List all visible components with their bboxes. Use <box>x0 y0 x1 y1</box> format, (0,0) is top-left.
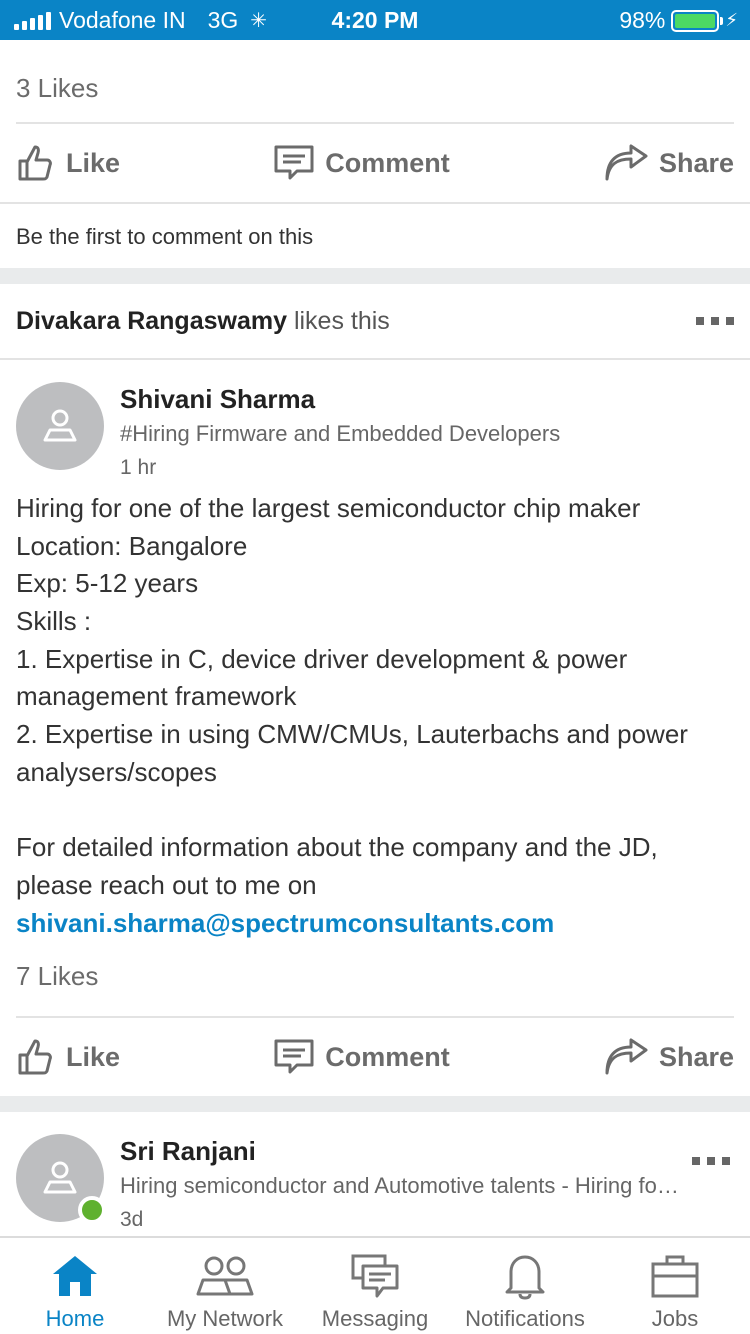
tab-home[interactable]: Home <box>0 1238 150 1334</box>
comment-button[interactable]: Comment <box>273 144 450 182</box>
author-name[interactable]: Shivani Sharma <box>120 382 560 416</box>
author-meta: Shivani Sharma #Hiring Firmware and Embe… <box>120 382 560 484</box>
post-line: Hiring for one of the largest semiconduc… <box>16 493 641 523</box>
liker-action: likes this <box>293 306 390 335</box>
liker-name[interactable]: Divakara Rangaswamy <box>16 307 287 335</box>
network-icon <box>196 1256 254 1296</box>
comment-label: Comment <box>325 1041 450 1072</box>
home-icon <box>53 1256 97 1296</box>
author-meta: Sri Ranjani Hiring semiconductor and Aut… <box>120 1134 680 1236</box>
likes-count[interactable]: 3 Likes <box>16 40 734 124</box>
tab-label: Messaging <box>321 1306 429 1331</box>
tab-label: My Network <box>166 1306 284 1331</box>
action-bar: Like Comment Share <box>0 124 750 202</box>
avatar[interactable] <box>16 382 104 470</box>
post-line: 2. Expertise in using CMW/CMUs, Lauterba… <box>16 719 688 750</box>
post-line <box>16 792 734 830</box>
more-options-icon[interactable] <box>692 1157 730 1166</box>
share-label: Share <box>658 147 734 178</box>
author-headline: Hiring semiconductor and Automotive tale… <box>120 1173 680 1199</box>
post-line: 1. Expertise in C, device driver develop… <box>16 643 628 674</box>
post-line: please reach out to me on <box>16 869 317 900</box>
tab-jobs[interactable]: Jobs <box>600 1238 750 1334</box>
post-line: Exp: 5-12 years <box>16 568 199 599</box>
post-line: Location: Bangalore <box>16 530 248 561</box>
tab-messaging[interactable]: Messaging <box>300 1238 450 1334</box>
feed[interactable]: 3 Likes Like Comment Share Be the first … <box>0 40 750 1236</box>
action-bar: Like Comment Share <box>0 1018 750 1096</box>
post-text: Hiring for one of the largest semiconduc… <box>0 484 750 942</box>
post-time: 3d <box>120 1208 144 1232</box>
tab-label: Home <box>45 1306 105 1331</box>
bell-icon <box>505 1255 545 1300</box>
tab-label: Notifications <box>465 1306 585 1331</box>
comment-icon <box>274 145 314 180</box>
more-options-icon[interactable] <box>696 317 734 325</box>
post-header: Shivani Sharma #Hiring Firmware and Embe… <box>0 360 750 484</box>
like-button[interactable]: Like <box>16 143 120 183</box>
divider <box>0 1096 750 1113</box>
post-time: 1 hr <box>120 456 157 479</box>
charging-icon: ⚡ <box>725 10 738 30</box>
comment-prompt[interactable]: Be the first to comment on this <box>0 202 750 268</box>
author-headline: #Hiring Firmware and Embedded Developers <box>120 421 561 446</box>
thumbs-up-icon <box>18 1039 52 1075</box>
share-button[interactable]: Share <box>603 144 734 182</box>
divider <box>0 268 750 284</box>
author-name[interactable]: Sri Ranjani <box>120 1134 680 1168</box>
messaging-icon <box>351 1254 399 1298</box>
battery-icon <box>671 9 724 32</box>
likes-count[interactable]: 7 Likes <box>16 960 734 1019</box>
share-icon <box>605 1038 648 1075</box>
battery-percent: 98% <box>619 7 666 33</box>
tab-bar: Home My Network Messaging Notifications … <box>0 1236 750 1334</box>
comment-label: Comment <box>325 147 450 178</box>
person-placeholder-icon <box>43 409 77 442</box>
comment-button[interactable]: Comment <box>273 1038 450 1076</box>
like-label: Like <box>66 147 121 178</box>
tab-my-network[interactable]: My Network <box>150 1238 300 1334</box>
avatar[interactable] <box>16 1134 106 1225</box>
person-placeholder-icon <box>43 1161 77 1194</box>
online-status-icon <box>78 1196 106 1225</box>
tab-label: Jobs <box>651 1306 699 1331</box>
post-line: analysers/scopes <box>16 756 217 787</box>
comment-icon <box>274 1039 314 1074</box>
post-header: Sri Ranjani Hiring semiconductor and Aut… <box>0 1112 750 1236</box>
share-button[interactable]: Share <box>603 1038 734 1076</box>
social-context: Divakara Rangaswamy likes this <box>0 284 750 360</box>
status-bar: Vodafone IN 3G ✳ 4:20 PM 98% ⚡ <box>0 0 750 40</box>
post-line: For detailed information about the compa… <box>16 832 658 863</box>
tab-notifications[interactable]: Notifications <box>450 1238 600 1334</box>
briefcase-icon <box>651 1255 699 1298</box>
email-link[interactable]: shivani.sharma@spectrumconsultants.com <box>16 905 734 943</box>
battery-status: 98% ⚡ <box>619 7 738 34</box>
post-line: Skills : <box>16 606 92 637</box>
thumbs-up-icon <box>18 145 52 181</box>
post-line: management framework <box>16 681 297 712</box>
like-label: Like <box>66 1041 121 1072</box>
like-button[interactable]: Like <box>16 1037 120 1077</box>
share-label: Share <box>658 1041 734 1072</box>
share-icon <box>605 144 648 181</box>
